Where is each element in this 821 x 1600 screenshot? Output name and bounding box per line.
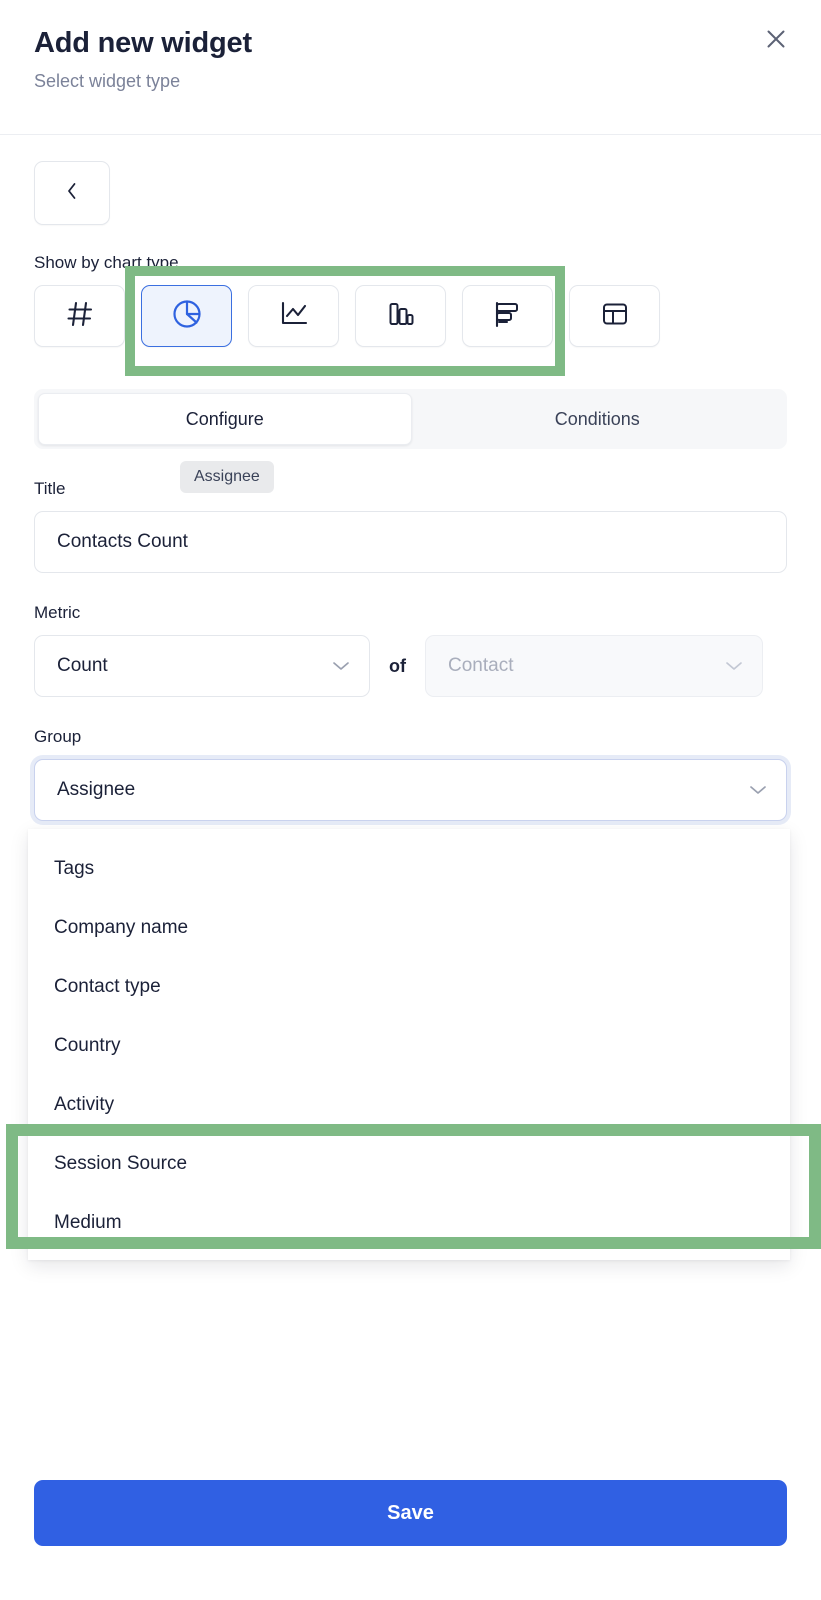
group-field-label: Group xyxy=(34,727,82,746)
list-item[interactable]: Medium xyxy=(28,1193,790,1252)
bar-chart-vertical-icon xyxy=(386,299,416,334)
chart-type-table[interactable] xyxy=(569,285,660,347)
list-item[interactable]: Company name xyxy=(28,898,790,957)
chart-type-number[interactable] xyxy=(34,285,125,347)
pie-chart-icon xyxy=(171,298,203,335)
configure-tabs: Configure Conditions Assignee xyxy=(34,389,787,493)
modal-footer: Save xyxy=(0,1480,821,1600)
modal-body: Show by chart type Configure Conditions … xyxy=(0,161,821,1260)
save-button[interactable]: Save xyxy=(34,1480,787,1546)
chart-type-bar[interactable] xyxy=(462,285,553,347)
chevron-down-icon xyxy=(724,660,744,672)
metric-conjunction-label: of xyxy=(389,655,406,676)
title-input[interactable] xyxy=(34,511,787,573)
group-dropdown-wrap: Tags Company name Contact type Country A… xyxy=(6,829,821,1260)
tab-configure[interactable]: Configure xyxy=(38,393,412,445)
chart-type-pie[interactable] xyxy=(141,285,232,347)
table-icon xyxy=(600,299,630,334)
title-field-label: Title xyxy=(34,479,66,498)
metric-aggregate-select[interactable]: Count xyxy=(34,635,370,697)
tab-conditions[interactable]: Conditions xyxy=(412,393,784,445)
chart-type-options xyxy=(34,285,787,347)
group-select[interactable]: Assignee xyxy=(34,759,787,821)
chevron-down-icon xyxy=(748,784,768,796)
metric-entity-select[interactable]: Contact xyxy=(425,635,763,697)
metric-field-label: Metric xyxy=(34,603,81,622)
group-dropdown-list: Tags Company name Contact type Country A… xyxy=(28,829,790,1260)
chart-type-label: Show by chart type xyxy=(34,253,179,272)
back-button[interactable] xyxy=(34,161,110,225)
hash-icon xyxy=(65,299,95,334)
group-select-value: Assignee xyxy=(57,779,136,800)
list-item[interactable]: Tags xyxy=(28,839,790,898)
add-widget-modal: Add new widget Select widget type Show b… xyxy=(0,0,821,1600)
list-item[interactable]: Country xyxy=(28,1016,790,1075)
metric-row: Count of Contact xyxy=(34,635,787,697)
chart-type-section xyxy=(34,266,787,376)
chevron-down-icon xyxy=(331,660,351,672)
list-item[interactable]: Activity xyxy=(28,1075,790,1134)
bar-chart-horizontal-icon xyxy=(492,299,524,334)
tooltip-assignee: Assignee xyxy=(180,461,274,493)
close-icon xyxy=(763,26,789,52)
metric-entity-value: Contact xyxy=(448,655,514,676)
list-item[interactable]: Contact type xyxy=(28,957,790,1016)
page-subtitle: Select widget type xyxy=(34,70,181,91)
modal-header: Add new widget Select widget type xyxy=(0,0,821,135)
line-chart-icon xyxy=(278,299,310,334)
chart-type-line[interactable] xyxy=(248,285,339,347)
page-title: Add new widget xyxy=(34,27,252,59)
list-item[interactable]: Session Source xyxy=(28,1134,790,1193)
chevron-left-icon xyxy=(64,180,80,207)
metric-aggregate-value: Count xyxy=(57,655,108,676)
chart-type-column[interactable] xyxy=(355,285,446,347)
close-button[interactable] xyxy=(759,22,793,56)
